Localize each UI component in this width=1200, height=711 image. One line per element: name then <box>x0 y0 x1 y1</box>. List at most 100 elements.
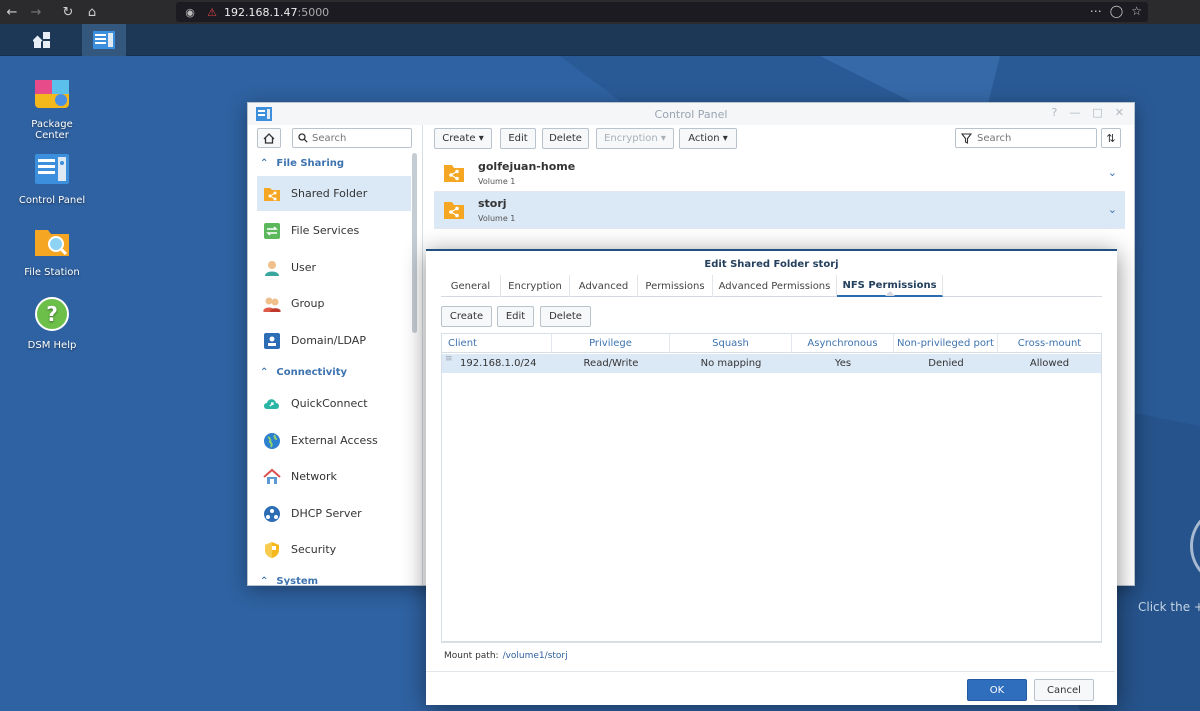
desktop-icon-package-center[interactable]: Package Center <box>7 74 97 141</box>
reload-icon[interactable]: ↻ <box>56 0 80 24</box>
sidebar-item-file-services[interactable]: File Services <box>257 213 411 248</box>
tab-advanced-permissions[interactable]: Advanced Permissions <box>713 275 837 297</box>
tab-general[interactable]: General <box>441 275 501 297</box>
control-panel-icon <box>93 31 115 49</box>
edit-button[interactable]: Edit <box>500 128 536 149</box>
column-header[interactable]: Squash <box>670 334 792 353</box>
nfs-create-button[interactable]: Create <box>441 306 492 327</box>
insecure-lock-icon[interactable]: ⚠ <box>204 4 220 20</box>
tab-advanced[interactable]: Advanced <box>570 275 638 297</box>
back-icon[interactable]: ← <box>0 0 24 24</box>
mount-path-value: /volume1/storj <box>502 650 568 661</box>
dialog-tabs: General Encryption Advanced Permissions … <box>441 275 1102 297</box>
dhcp-server-icon <box>264 505 280 522</box>
sidebar-item-label: Security <box>291 543 337 556</box>
sidebar-item-label: File Services <box>291 224 360 237</box>
minimize-icon[interactable]: — <box>1069 106 1080 119</box>
cell-privilege: Read/Write <box>583 358 639 369</box>
forward-icon[interactable]: → <box>24 0 48 24</box>
pocket-icon[interactable]: ◯ <box>1110 4 1123 18</box>
tab-encryption[interactable]: Encryption <box>501 275 570 297</box>
url-host: 192.168.1.47 <box>224 5 298 19</box>
nfs-edit-button[interactable]: Edit <box>497 306 534 327</box>
table-row[interactable]: ≡ 192.168.1.0/24 Read/Write No mapping Y… <box>442 354 1101 373</box>
cell-asynchronous: Yes <box>834 358 852 369</box>
button-label: Action <box>688 133 720 144</box>
home-icon <box>263 132 275 144</box>
chevron-down-icon[interactable]: ⌄ <box>1108 203 1117 216</box>
filter-icon <box>961 132 972 144</box>
create-dropdown-button[interactable]: Create ▾ <box>434 128 492 149</box>
drag-handle-icon[interactable]: ≡ <box>445 355 453 368</box>
folder-volume: Volume 1 <box>478 177 516 186</box>
search-icon <box>298 133 308 143</box>
sidebar-item-domain-ldap[interactable]: Domain/LDAP <box>257 323 411 358</box>
sidebar-item-group[interactable]: Group <box>257 286 411 321</box>
dialog-title: Edit Shared Folder storj <box>704 259 839 270</box>
cancel-button[interactable]: Cancel <box>1034 679 1094 701</box>
window-titlebar[interactable]: Control Panel ? — □ ✕ <box>248 103 1134 125</box>
section-label: File Sharing <box>276 158 345 169</box>
cell-client: 192.168.1.0/24 <box>460 358 537 369</box>
desktop-icon-file-station[interactable]: File Station <box>7 222 97 278</box>
folder-row[interactable]: golfejuan-home Volume 1 ⌄ <box>434 155 1125 192</box>
tab-nfs-permissions[interactable]: NFS Permissions <box>837 275 943 297</box>
section-connectivity[interactable]: ⌃ Connectivity <box>260 367 410 378</box>
file-services-icon <box>264 222 280 239</box>
help-icon[interactable]: ? <box>1052 106 1058 119</box>
column-header[interactable]: Non-privileged port <box>894 334 998 353</box>
mount-path: Mount path: /volume1/storj <box>441 642 1102 668</box>
column-header[interactable]: Privilege <box>552 334 670 353</box>
section-system[interactable]: ⌃ System <box>260 576 410 585</box>
address-bar[interactable]: ◉ ⚠ 192.168.1.47:5000 ⋯ ◯ ☆ <box>176 2 1148 22</box>
star-icon[interactable]: ☆ <box>1131 4 1142 18</box>
dsm-help-icon: ? <box>35 297 69 331</box>
folder-row[interactable]: storj Volume 1 ⌄ <box>434 192 1125 229</box>
sidebar-search-input[interactable] <box>312 132 408 144</box>
folder-search[interactable] <box>955 128 1097 148</box>
sidebar-item-network[interactable]: Network <box>257 459 411 494</box>
chevron-down-icon[interactable]: ⌄ <box>1108 166 1117 179</box>
section-file-sharing[interactable]: ⌃ File Sharing <box>260 158 410 169</box>
column-header[interactable]: Client <box>442 334 552 353</box>
more-icon[interactable]: ⋯ <box>1090 4 1102 18</box>
sidebar-item-label: Domain/LDAP <box>291 334 366 347</box>
sidebar-search[interactable] <box>292 128 412 148</box>
sidebar-scrollbar[interactable] <box>412 153 417 333</box>
sidebar-item-user[interactable]: User <box>257 250 411 285</box>
sidebar-item-external-access[interactable]: External Access <box>257 423 411 458</box>
sort-icon: ⇅ <box>1106 131 1116 145</box>
maximize-icon[interactable]: □ <box>1092 106 1102 119</box>
encryption-dropdown-button[interactable]: Encryption ▾ <box>596 128 674 149</box>
column-header[interactable]: Asynchronous <box>792 334 894 353</box>
edit-shared-folder-dialog: Edit Shared Folder storj General Encrypt… <box>426 249 1117 705</box>
folder-search-input[interactable] <box>977 132 1087 144</box>
taskbar-control-panel[interactable] <box>82 24 126 56</box>
desktop-icon-control-panel[interactable]: Control Panel <box>7 150 97 206</box>
group-icon <box>263 297 281 312</box>
column-header[interactable]: Cross-mount <box>998 334 1101 353</box>
sidebar-item-dhcp-server[interactable]: DHCP Server <box>257 496 411 531</box>
main-menu-button[interactable] <box>20 24 64 56</box>
home-button[interactable] <box>257 128 281 148</box>
desktop-icon-dsm-help[interactable]: ? DSM Help <box>7 295 97 351</box>
sidebar-item-label: QuickConnect <box>291 397 368 410</box>
delete-button[interactable]: Delete <box>542 128 589 149</box>
action-dropdown-button[interactable]: Action ▾ <box>679 128 737 149</box>
sidebar-item-security[interactable]: Security <box>257 532 411 567</box>
home-icon[interactable]: ⌂ <box>80 0 104 24</box>
dsm-taskbar <box>0 24 1200 56</box>
sidebar-item-shared-folder[interactable]: Shared Folder <box>257 176 411 211</box>
shield-icon[interactable]: ◉ <box>182 4 198 20</box>
sort-button[interactable]: ⇅ <box>1101 128 1121 148</box>
close-icon[interactable]: ✕ <box>1115 106 1124 119</box>
sidebar-item-quickconnect[interactable]: QuickConnect <box>257 386 411 421</box>
quickconnect-icon <box>264 398 279 409</box>
cell-cross-mount: Allowed <box>1029 358 1070 369</box>
shared-folder-icon <box>444 202 464 219</box>
globe-icon <box>264 432 280 449</box>
ok-button[interactable]: OK <box>967 679 1027 701</box>
tab-permissions[interactable]: Permissions <box>638 275 713 297</box>
nfs-delete-button[interactable]: Delete <box>540 306 591 327</box>
button-label: Create <box>442 133 476 144</box>
